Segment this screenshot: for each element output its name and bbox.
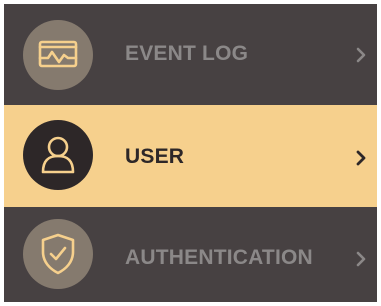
menu-item-label: USER	[125, 145, 185, 168]
settings-menu: EVENT LOG USER AUTHENTICATION	[0, 0, 381, 306]
menu-item-user[interactable]: USER	[4, 105, 377, 207]
menu-item-label: AUTHENTICATION	[125, 246, 313, 269]
chevron-right-icon	[356, 251, 366, 267]
menu-item-authentication[interactable]: AUTHENTICATION	[4, 207, 377, 302]
chevron-right-icon	[356, 150, 366, 166]
event-log-icon	[23, 20, 93, 90]
menu-item-event-log[interactable]: EVENT LOG	[4, 4, 377, 105]
chevron-right-icon	[356, 47, 366, 63]
menu-item-label: EVENT LOG	[125, 42, 249, 65]
shield-check-icon	[23, 219, 93, 289]
user-icon	[23, 120, 93, 190]
